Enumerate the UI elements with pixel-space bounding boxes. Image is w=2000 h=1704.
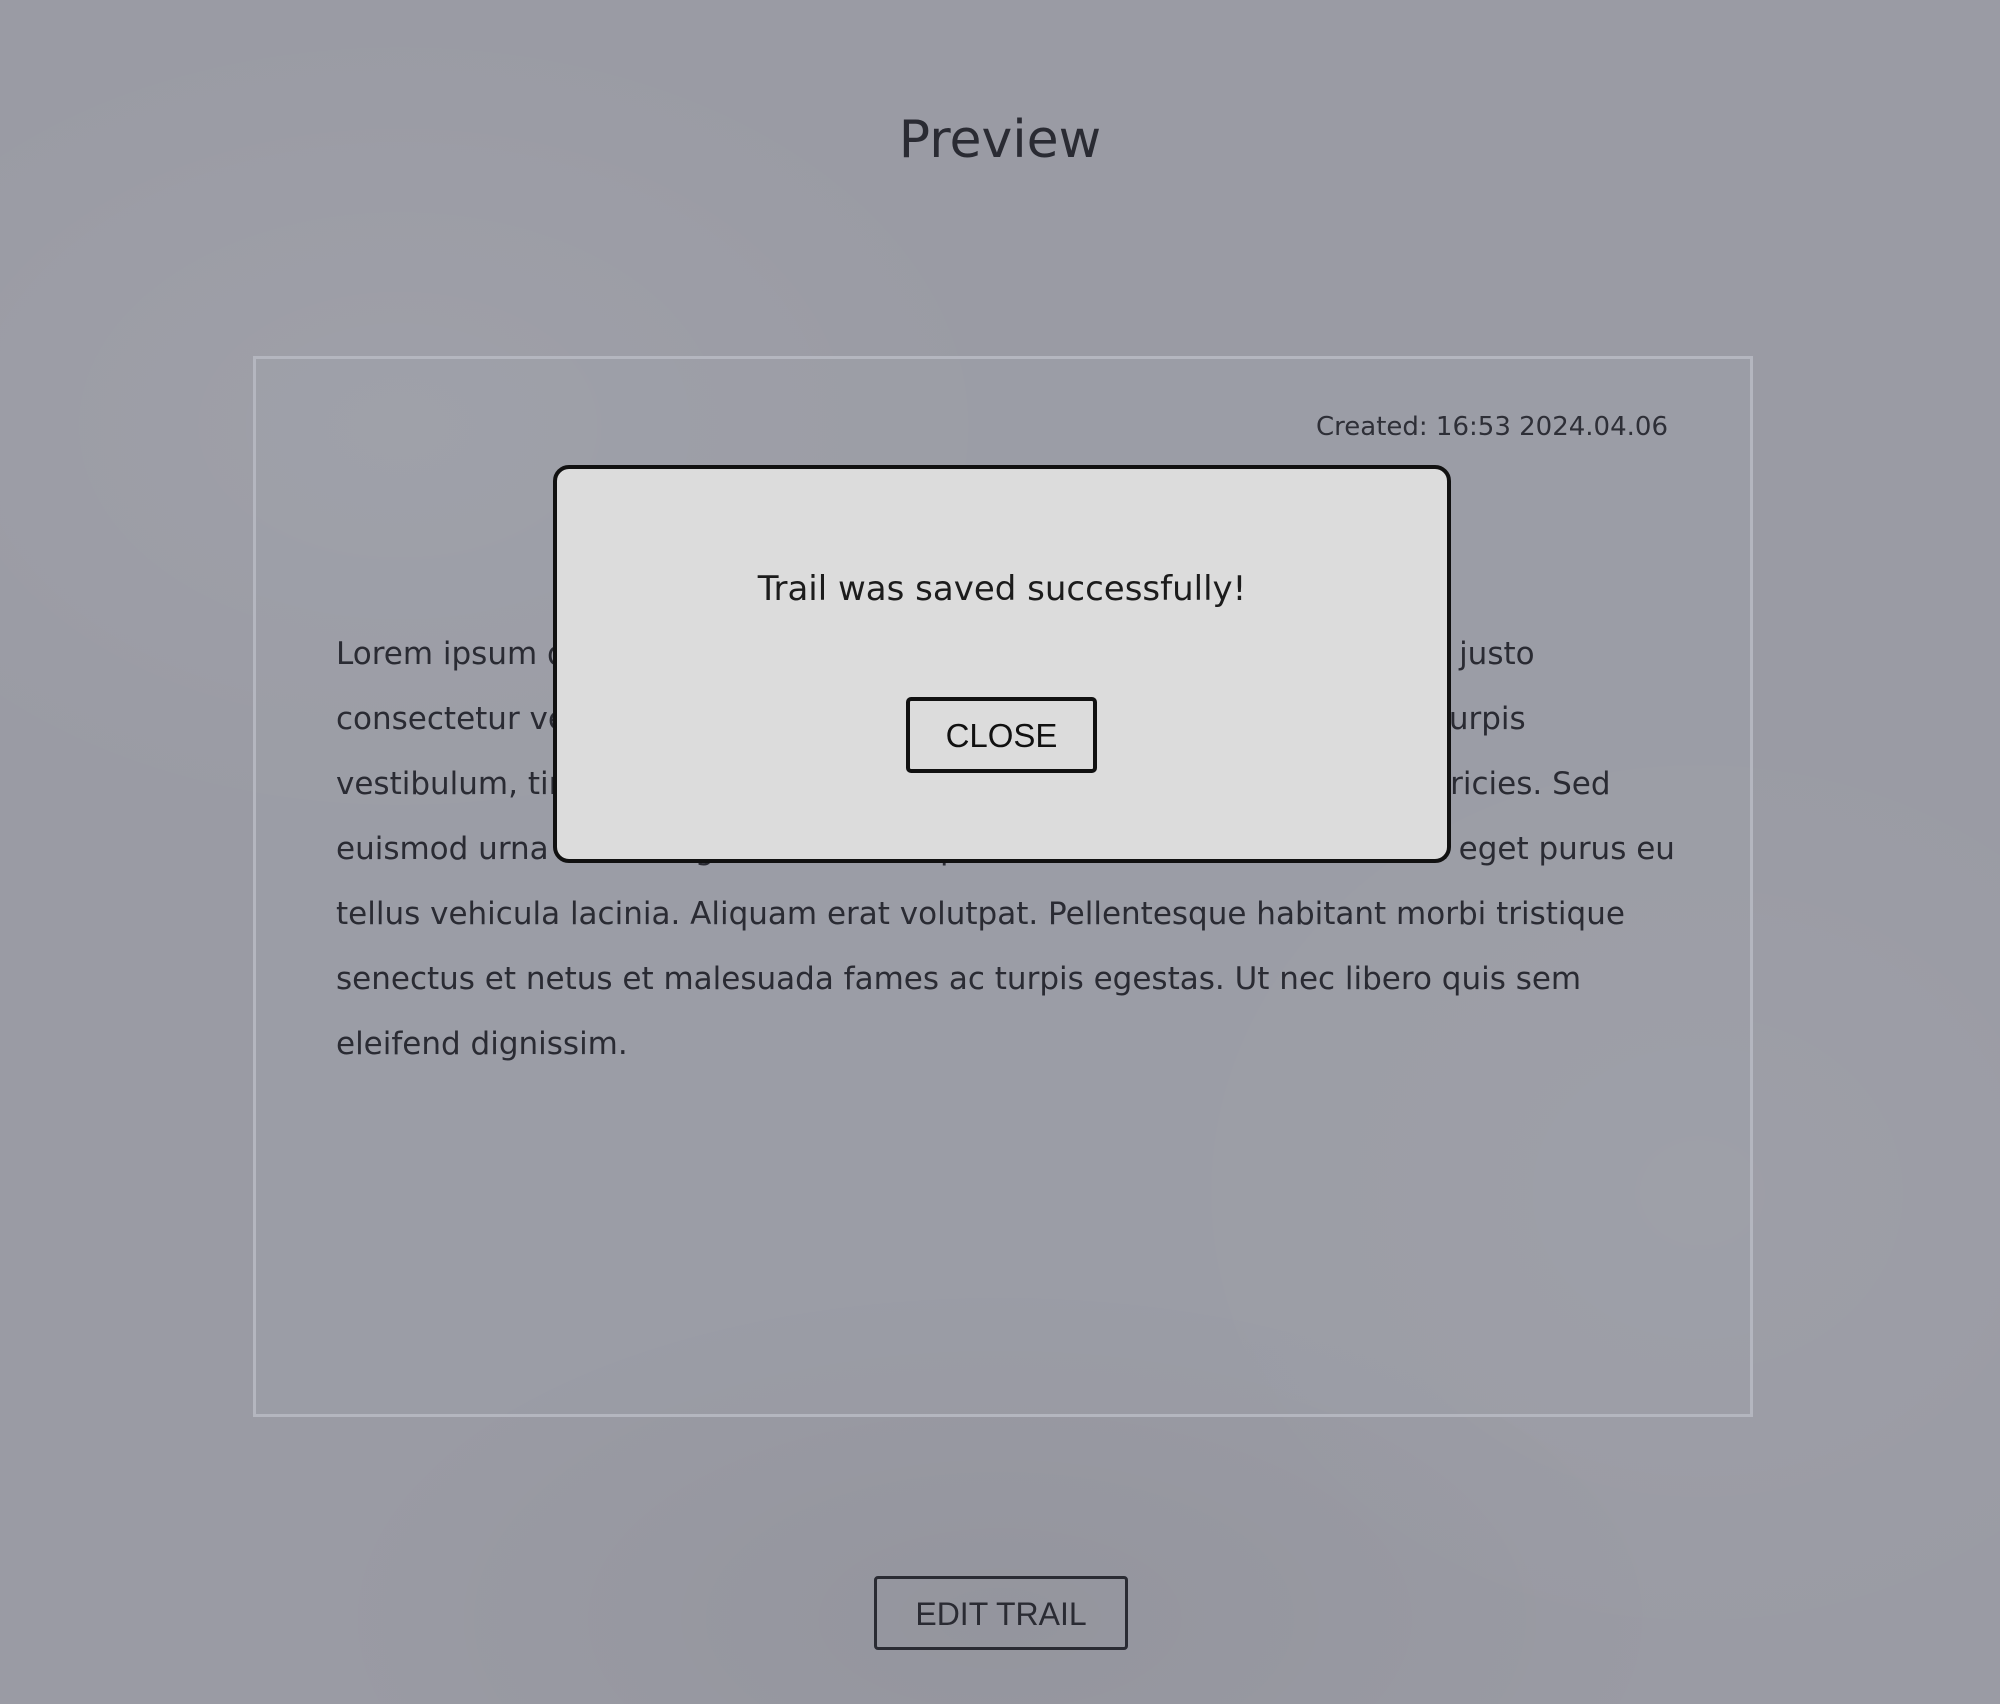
save-success-dialog bbox=[553, 465, 1451, 863]
dialog-message: Trail was saved successfully! bbox=[757, 569, 1247, 609]
edit-trail-button[interactable]: EDIT TRAIL bbox=[874, 1576, 1128, 1650]
created-timestamp: Created: 16:53 2024.04.06 bbox=[1316, 412, 1668, 442]
page-title: Preview bbox=[898, 110, 1102, 170]
close-button[interactable]: CLOSE bbox=[906, 697, 1097, 773]
